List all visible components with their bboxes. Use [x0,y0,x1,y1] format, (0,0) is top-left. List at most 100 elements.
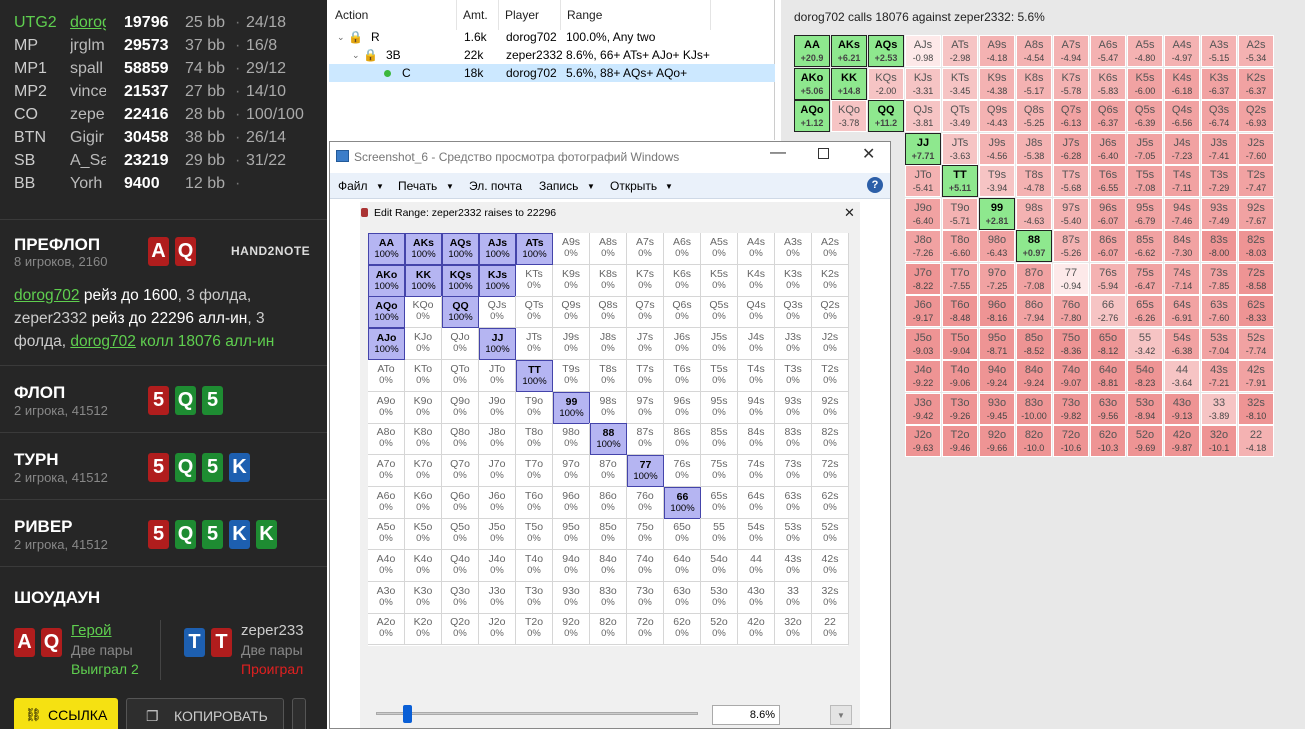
range-cell[interactable]: Q6s 0% [664,296,701,329]
ev-cell[interactable]: T2o -9.46 [942,425,978,457]
ev-cell[interactable]: T7o -7.55 [942,262,978,295]
chevron-down-icon[interactable]: ▼ [830,705,852,725]
range-cell[interactable]: 52o 0% [701,613,738,646]
range-cell[interactable]: 42o 0% [738,613,775,646]
ev-cell[interactable]: 72s -8.58 [1238,262,1274,295]
range-cell[interactable]: A4s 0% [738,233,775,265]
ev-cell[interactable]: 77 -0.94 [1053,262,1089,295]
ev-cell[interactable]: 75s -6.47 [1127,262,1163,295]
seat-row[interactable]: BTN Gigir 30458 38 bb · 26/14 [0,127,327,150]
ev-cell[interactable]: T5o -9.04 [942,327,978,360]
range-cell[interactable]: K9o 0% [405,391,442,424]
seat-row[interactable]: BB Yorh 9400 12 bb · [0,173,327,196]
ev-cell[interactable]: AQo +1.12 [794,100,830,132]
menu-open[interactable]: Открыть [610,179,657,193]
range-cell[interactable]: 96s 0% [664,391,701,424]
range-cell[interactable]: 64s 0% [738,486,775,519]
ev-cell[interactable]: JJ +7.71 [905,132,941,165]
range-cell[interactable]: 54s 0% [738,518,775,551]
range-cell[interactable]: 42s 0% [812,550,849,582]
range-cell[interactable]: 72o 0% [627,613,664,646]
range-slider-handle[interactable] [403,705,412,723]
range-cell[interactable]: K7s 0% [627,264,664,297]
ev-cell[interactable]: J9s -4.56 [979,132,1015,165]
ev-cell[interactable]: J6o -9.17 [905,295,941,327]
ev-cell[interactable]: T5s -7.08 [1127,165,1163,197]
range-cell[interactable]: ATo 0% [368,359,405,392]
ev-cell[interactable]: 82s -8.03 [1238,230,1274,262]
seat-row[interactable]: CO zepe 22416 28 bb · 100/100 [0,104,327,127]
ev-cell[interactable]: 73o -9.82 [1053,392,1089,425]
range-cell[interactable]: A9o 0% [368,391,405,424]
range-cell[interactable]: 83s 0% [775,423,812,456]
ev-cell[interactable]: 83s -8.00 [1201,230,1237,262]
ev-cell[interactable]: K6s -5.83 [1090,67,1126,100]
range-cell[interactable]: 76o 0% [627,486,664,519]
ev-cell[interactable]: ATs -2.98 [942,35,978,67]
range-cell[interactable]: J9o 0% [479,391,516,424]
range-cell[interactable]: A3s 0% [775,233,812,265]
range-cell[interactable]: 87s 0% [627,423,664,456]
copy-button[interactable]: ❐ КОПИРОВАТЬ [126,698,284,729]
dialog-close-button[interactable]: ✕ [844,205,855,221]
range-cell[interactable]: A3o 0% [368,581,405,614]
range-cell[interactable]: J3o 0% [479,581,516,614]
range-cell[interactable]: 95o 0% [553,518,590,551]
range-cell[interactable]: J8o 0% [479,423,516,456]
ev-cell[interactable]: 64s -6.91 [1164,295,1200,327]
range-cell[interactable]: QJs 0% [479,296,516,329]
ev-cell[interactable]: 62s -8.33 [1238,295,1274,327]
range-cell[interactable]: A2o 0% [368,613,405,646]
range-cell[interactable]: 52s 0% [812,518,849,551]
ev-cell[interactable]: 44 -3.64 [1164,360,1200,392]
ev-cell[interactable]: 94o -9.24 [979,360,1015,392]
ev-cell[interactable]: 53s -7.04 [1201,327,1237,360]
ev-cell[interactable]: 94s -7.46 [1164,197,1200,230]
range-cell[interactable]: J9s 0% [553,328,590,361]
collapse-icon[interactable]: ⌄ [352,46,360,64]
ev-cell[interactable]: J8o -7.26 [905,230,941,262]
range-cell[interactable]: 98o 0% [553,423,590,456]
range-cell[interactable]: K5o 0% [405,518,442,551]
range-cell[interactable]: 98s 0% [590,391,627,424]
ev-cell[interactable]: 63o -9.56 [1090,392,1126,425]
ev-cell[interactable]: J2o -9.63 [905,425,941,457]
range-cell[interactable]: 96o 0% [553,486,590,519]
menu-print[interactable]: Печать [398,179,437,193]
ev-cell[interactable]: T8o -6.60 [942,230,978,262]
player-link-hero[interactable]: dorog702 [14,287,80,304]
minimize-button[interactable]: — [770,144,786,162]
range-cell[interactable]: K2o 0% [405,613,442,646]
ev-cell[interactable]: 65s -6.26 [1127,295,1163,327]
range-cell[interactable]: 53s 0% [775,518,812,551]
ev-cell[interactable]: JTo -5.41 [905,165,941,197]
range-cell[interactable]: J8s 0% [590,328,627,361]
seat-player-name[interactable]: zepe [70,106,106,124]
range-cell[interactable]: Q3o 0% [442,581,479,614]
range-cell[interactable]: T5s 0% [701,359,738,392]
range-cell[interactable]: 97s 0% [627,391,664,424]
range-cell[interactable]: T8s 0% [590,359,627,392]
range-cell[interactable]: 84s 0% [738,423,775,456]
range-cell[interactable]: 95s 0% [701,391,738,424]
seat-row[interactable]: MP2 vince 21537 27 bb · 14/10 [0,81,327,104]
ev-cell[interactable]: 42o -9.87 [1164,425,1200,457]
ev-cell[interactable]: T4s -7.11 [1164,165,1200,197]
ev-cell[interactable]: KTs -3.45 [942,67,978,100]
ev-cell[interactable]: J7o -8.22 [905,262,941,295]
ev-cell[interactable]: 32s -8.10 [1238,392,1274,425]
range-cell[interactable]: 32o 0% [775,613,812,646]
ev-cell[interactable]: 98o -6.43 [979,230,1015,262]
range-cell[interactable]: K6s 0% [664,264,701,297]
ev-cell[interactable]: K5s -6.00 [1127,67,1163,100]
ev-cell[interactable]: 33 -3.89 [1201,392,1237,425]
range-cell[interactable]: Q8s 0% [590,296,627,329]
range-cell[interactable]: 86o 0% [590,486,627,519]
ev-cell[interactable]: 88 +0.97 [1016,230,1052,262]
ev-cell[interactable]: K7s -5.78 [1053,67,1089,100]
menu-file[interactable]: Файл [338,179,368,193]
ev-cell[interactable]: 85o -8.52 [1016,327,1052,360]
range-cell[interactable]: J4o 0% [479,550,516,582]
range-cell[interactable]: K9s 0% [553,264,590,297]
range-cell[interactable]: AKs 100% [405,233,442,265]
